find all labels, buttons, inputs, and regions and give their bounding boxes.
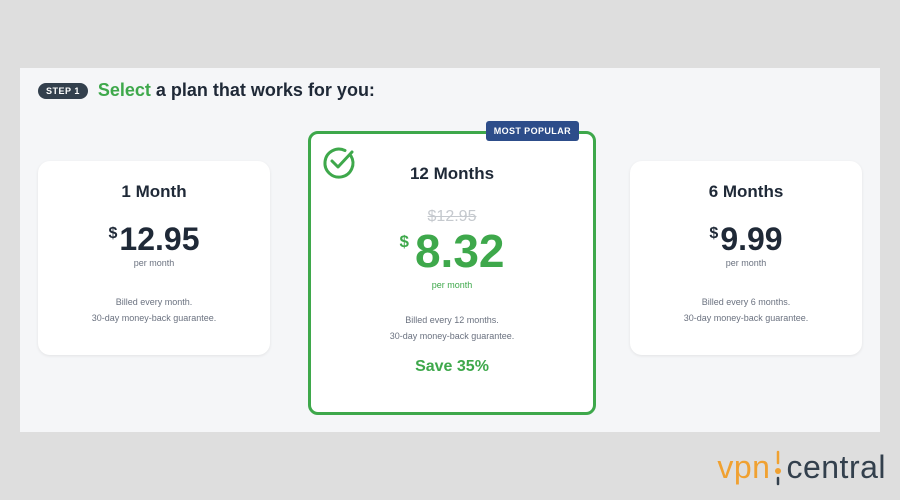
step-pill: STEP 1	[38, 82, 88, 99]
price-row: $ 8.32	[311, 228, 593, 274]
currency-symbol: $	[108, 225, 118, 242]
price-period: per month	[431, 280, 473, 290]
savings-label: Save 35%	[415, 358, 489, 375]
plan-selection-panel: STEP 1 Select a plan that works for you:…	[20, 68, 880, 432]
plan-price: 8.32	[414, 225, 505, 277]
heading-rest: a plan that works for you:	[150, 80, 375, 100]
check-circle-icon	[323, 147, 355, 179]
plan-card-12-months[interactable]: MOST POPULAR 12 Months $12.95 $ 8.32 per…	[308, 121, 596, 415]
guarantee-text: 30-day money-back guarantee.	[389, 331, 515, 341]
billing-info: Billed every 6 months. 30-day money-back…	[630, 294, 862, 326]
watermark-vpn: vpn	[717, 449, 771, 485]
most-popular-badge: MOST POPULAR	[485, 121, 579, 141]
plan-card-6-months[interactable]: 6 Months $ 9.99 per month Billed every 6…	[630, 161, 862, 355]
price-period: per month	[133, 258, 175, 268]
billing-info: Billed every month. 30-day money-back gu…	[38, 294, 270, 326]
plan-name: 1 Month	[121, 182, 187, 201]
price-period: per month	[725, 258, 767, 268]
logo-mark-icon	[775, 450, 782, 485]
plan-price: 9.99	[720, 221, 783, 257]
step-header: STEP 1 Select a plan that works for you:	[38, 80, 375, 101]
heading-accent: Select	[97, 80, 151, 100]
guarantee-text: 30-day money-back guarantee.	[91, 313, 217, 323]
price-row: $ 9.99	[630, 222, 862, 256]
guarantee-text: 30-day money-back guarantee.	[683, 313, 809, 323]
currency-symbol: $	[709, 225, 719, 242]
watermark-logo: vpn central	[717, 449, 886, 486]
plan-name: 6 Months	[708, 182, 784, 201]
currency-symbol: $	[399, 232, 409, 251]
original-price: $12.95	[427, 208, 477, 225]
plan-price: 12.95	[119, 221, 200, 257]
billing-frequency: Billed every month.	[115, 297, 193, 307]
watermark-central: central	[786, 449, 886, 485]
step-heading: Select a plan that works for you:	[98, 80, 375, 101]
price-row: $ 12.95	[38, 222, 270, 256]
billing-frequency: Billed every 6 months.	[701, 297, 791, 307]
billing-frequency: Billed every 12 months.	[405, 315, 499, 325]
plan-card-1-month[interactable]: 1 Month $ 12.95 per month Billed every m…	[38, 161, 270, 355]
billing-info: Billed every 12 months. 30-day money-bac…	[311, 312, 593, 344]
